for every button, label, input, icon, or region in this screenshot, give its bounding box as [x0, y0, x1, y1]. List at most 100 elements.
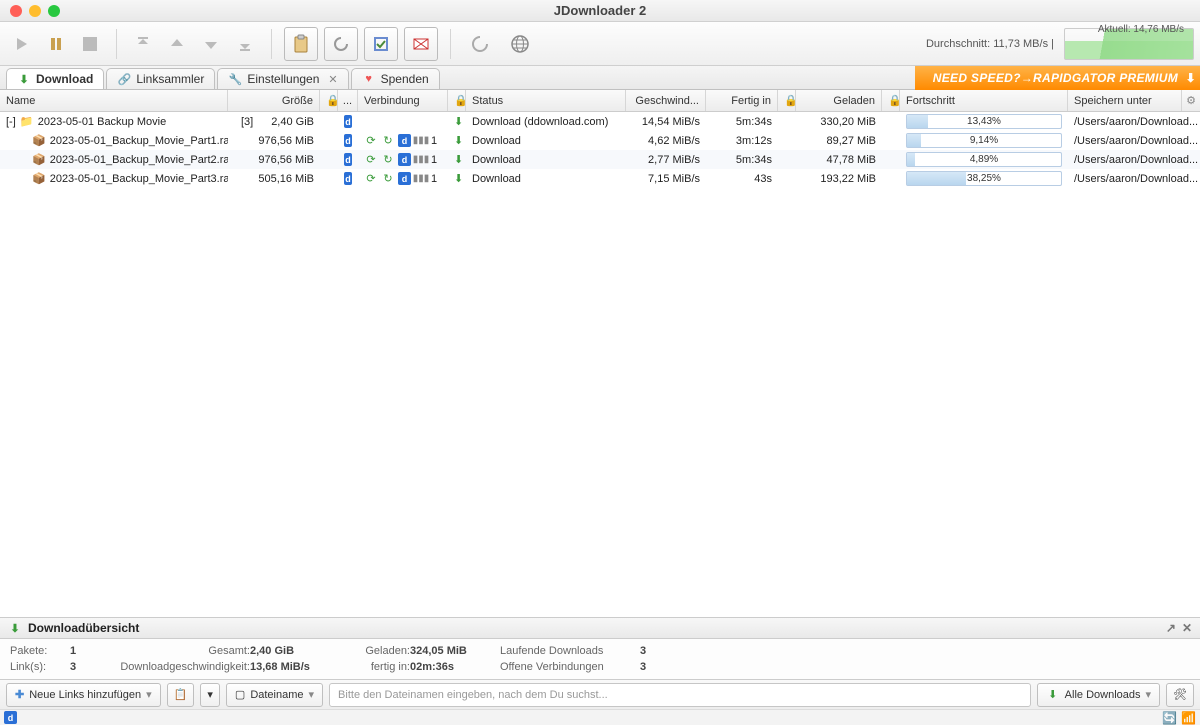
progress-bar: 13,43%	[906, 114, 1062, 129]
col-size[interactable]: Größe	[228, 90, 320, 111]
pakete-value: 1	[70, 645, 100, 657]
dlspeed-label: Downloadgeschwindigkeit:	[100, 661, 250, 673]
retry-icon[interactable]: ↻	[381, 172, 395, 186]
col-speed[interactable]: Geschwind...	[626, 90, 706, 111]
tab-download[interactable]: ⬇ Download	[6, 68, 104, 89]
dropdown-toggle[interactable]: ▾	[200, 683, 220, 707]
table-row[interactable]: 📦 2023-05-01_Backup_Movie_Part3.rar505,1…	[0, 169, 1200, 188]
links-value: 3	[70, 661, 100, 673]
filename-filter-button[interactable]: ▢Dateiname▾	[226, 683, 323, 707]
hoster-badge[interactable]: d	[4, 711, 17, 724]
download-arrow-icon: ⬇	[454, 134, 463, 148]
col-extra[interactable]: ...	[338, 90, 358, 111]
file-name: 2023-05-01_Backup_Movie_Part2.rar	[50, 154, 228, 166]
network-status-icon[interactable]: 📶	[1181, 711, 1196, 725]
file-eta: 5m:34s	[706, 154, 778, 166]
col-status[interactable]: Status	[466, 90, 626, 111]
table-row[interactable]: 📦 2023-05-01_Backup_Movie_Part2.rar976,5…	[0, 150, 1200, 169]
close-panel-icon[interactable]: ✕	[1182, 621, 1192, 635]
download-arrow-icon: ⬇	[454, 172, 463, 186]
file-icon: ▢	[235, 688, 245, 701]
reconnect-button[interactable]	[324, 27, 358, 61]
tab-label: Linksammler	[136, 72, 204, 86]
add-links-button[interactable]: ✚Neue Links hinzufügen▾	[6, 683, 161, 707]
retry-icon[interactable]: ↻	[381, 134, 395, 148]
move-down-button[interactable]	[197, 30, 225, 58]
chain-icon: 🔗	[117, 72, 131, 86]
all-downloads-button[interactable]: ⬇Alle Downloads▾	[1037, 683, 1160, 707]
move-up-button[interactable]	[163, 30, 191, 58]
package-loaded: 330,20 MiB	[796, 116, 882, 128]
file-loaded: 89,27 MiB	[796, 135, 882, 147]
tab-linkgrabber[interactable]: 🔗 Linksammler	[106, 68, 215, 89]
tab-settings[interactable]: 🔧 Einstellungen ✕	[217, 68, 348, 89]
globe-button[interactable]	[503, 27, 537, 61]
retry-icon[interactable]: ↻	[381, 153, 395, 167]
hoster-icon: d	[344, 153, 352, 166]
chunks-icon: ▮▮▮	[414, 172, 428, 186]
clipboard-monitor-button[interactable]	[284, 27, 318, 61]
play-button[interactable]	[8, 30, 36, 58]
table-row[interactable]: 📦 2023-05-01_Backup_Movie_Part1.rar976,5…	[0, 131, 1200, 150]
close-tab-icon[interactable]: ✕	[328, 73, 337, 86]
status-strip: d 🔄 📶	[0, 709, 1200, 725]
col-loaded[interactable]: Geladen	[796, 90, 882, 111]
refresh-icon[interactable]: ⟳	[364, 153, 378, 167]
auto-reconnect-button[interactable]	[364, 27, 398, 61]
connections-value: 1	[431, 135, 437, 147]
bottom-toolbar: ✚Neue Links hinzufügen▾ 📋 ▾ ▢Dateiname▾ …	[0, 679, 1200, 709]
table-row-package[interactable]: [-] 📁 2023-05-01 Backup Movie [3]2,40 Gi…	[0, 112, 1200, 131]
col-verbindung[interactable]: Verbindung	[358, 90, 448, 111]
file-name: 2023-05-01_Backup_Movie_Part3.rar	[50, 173, 228, 185]
hoster-icon: d	[344, 134, 352, 147]
archive-icon: 📦	[32, 134, 46, 148]
hoster-icon: d	[398, 153, 411, 166]
download-table[interactable]: [-] 📁 2023-05-01 Backup Movie [3]2,40 Gi…	[0, 112, 1200, 617]
tab-label: Download	[36, 72, 93, 86]
update-button[interactable]	[463, 27, 497, 61]
move-top-button[interactable]	[129, 30, 157, 58]
folder-icon: 📁	[20, 115, 34, 129]
collapse-icon[interactable]: [-]	[6, 116, 16, 128]
openconn-value: 3	[640, 661, 670, 673]
reconnect-status-icon[interactable]: 🔄	[1162, 711, 1177, 725]
overview-body: Pakete: 1 Gesamt: 2,40 GiB Geladen: 324,…	[0, 639, 1200, 679]
detach-icon[interactable]: ↗	[1166, 621, 1176, 635]
file-path: /Users/aaron/Download...	[1068, 154, 1200, 166]
col-lock3-icon[interactable]: 🔒	[778, 90, 796, 111]
pause-button[interactable]	[42, 30, 70, 58]
stop-button[interactable]	[76, 30, 104, 58]
package-eta: 5m:34s	[706, 116, 778, 128]
connections-value: 1	[431, 154, 437, 166]
col-lock2-icon[interactable]: 🔒	[448, 90, 466, 111]
refresh-icon[interactable]: ⟳	[364, 172, 378, 186]
hoster-icon: d	[344, 115, 352, 128]
tab-donate[interactable]: ♥ Spenden	[351, 68, 440, 89]
col-lock-icon[interactable]: 🔒	[320, 90, 338, 111]
col-name[interactable]: Name	[0, 90, 228, 111]
tab-label: Einstellungen	[247, 72, 319, 86]
settings-small-button[interactable]: 🛠	[1166, 683, 1194, 707]
file-path: /Users/aaron/Download...	[1068, 173, 1200, 185]
package-path: /Users/aaron/Download...	[1068, 116, 1200, 128]
chunks-icon: ▮▮▮	[414, 153, 428, 167]
overview-title: Downloadübersicht	[28, 621, 139, 635]
promo-banner[interactable]: NEED SPEED?→RAPIDGATOR PREMIUM	[915, 66, 1200, 90]
col-path[interactable]: Speichern unter	[1068, 90, 1182, 111]
columns-config-icon[interactable]: ⚙	[1182, 90, 1200, 111]
move-bottom-button[interactable]	[231, 30, 259, 58]
col-eta[interactable]: Fertig in	[706, 90, 778, 111]
refresh-icon[interactable]: ⟳	[364, 134, 378, 148]
col-progress[interactable]: Fortschritt	[900, 90, 1068, 111]
clipboard-button[interactable]: 📋	[167, 683, 195, 707]
col-lock4-icon[interactable]: 🔒	[882, 90, 900, 111]
file-speed: 7,15 MiB/s	[626, 173, 706, 185]
premium-toggle-button[interactable]	[404, 27, 438, 61]
file-name: 2023-05-01_Backup_Movie_Part1.rar	[50, 135, 228, 147]
hoster-icon: d	[398, 172, 411, 185]
file-eta: 3m:12s	[706, 135, 778, 147]
heart-icon: ♥	[362, 72, 376, 86]
file-speed: 2,77 MiB/s	[626, 154, 706, 166]
search-input[interactable]: Bitte den Dateinamen eingeben, nach dem …	[329, 683, 1031, 707]
file-loaded: 47,78 MiB	[796, 154, 882, 166]
